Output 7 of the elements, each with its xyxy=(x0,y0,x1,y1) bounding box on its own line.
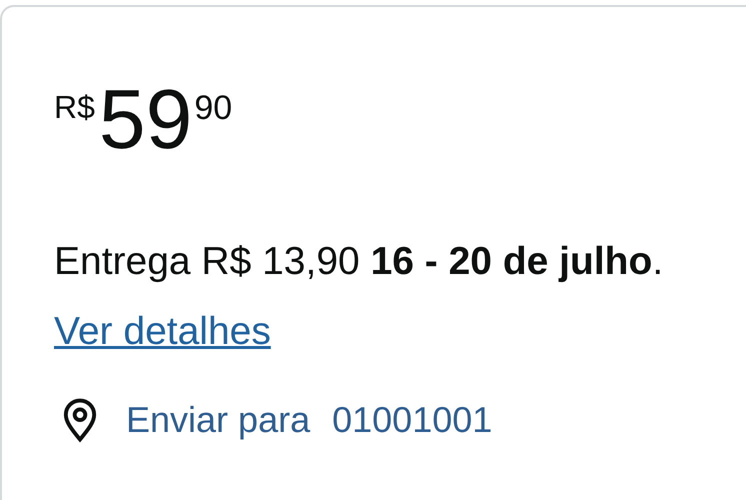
price-cents: 90 xyxy=(194,91,232,125)
zip-code[interactable]: 01001001 xyxy=(332,393,492,447)
details-link[interactable]: Ver detalhes xyxy=(54,310,271,353)
currency-symbol: R$ xyxy=(54,91,95,123)
price-whole: 59 xyxy=(98,77,192,161)
delivery-info: Entrega R$ 13,90 16 - 20 de julho. Ver detalhes xyxy=(54,239,664,355)
ship-to-label[interactable]: Enviar para xyxy=(126,393,310,447)
